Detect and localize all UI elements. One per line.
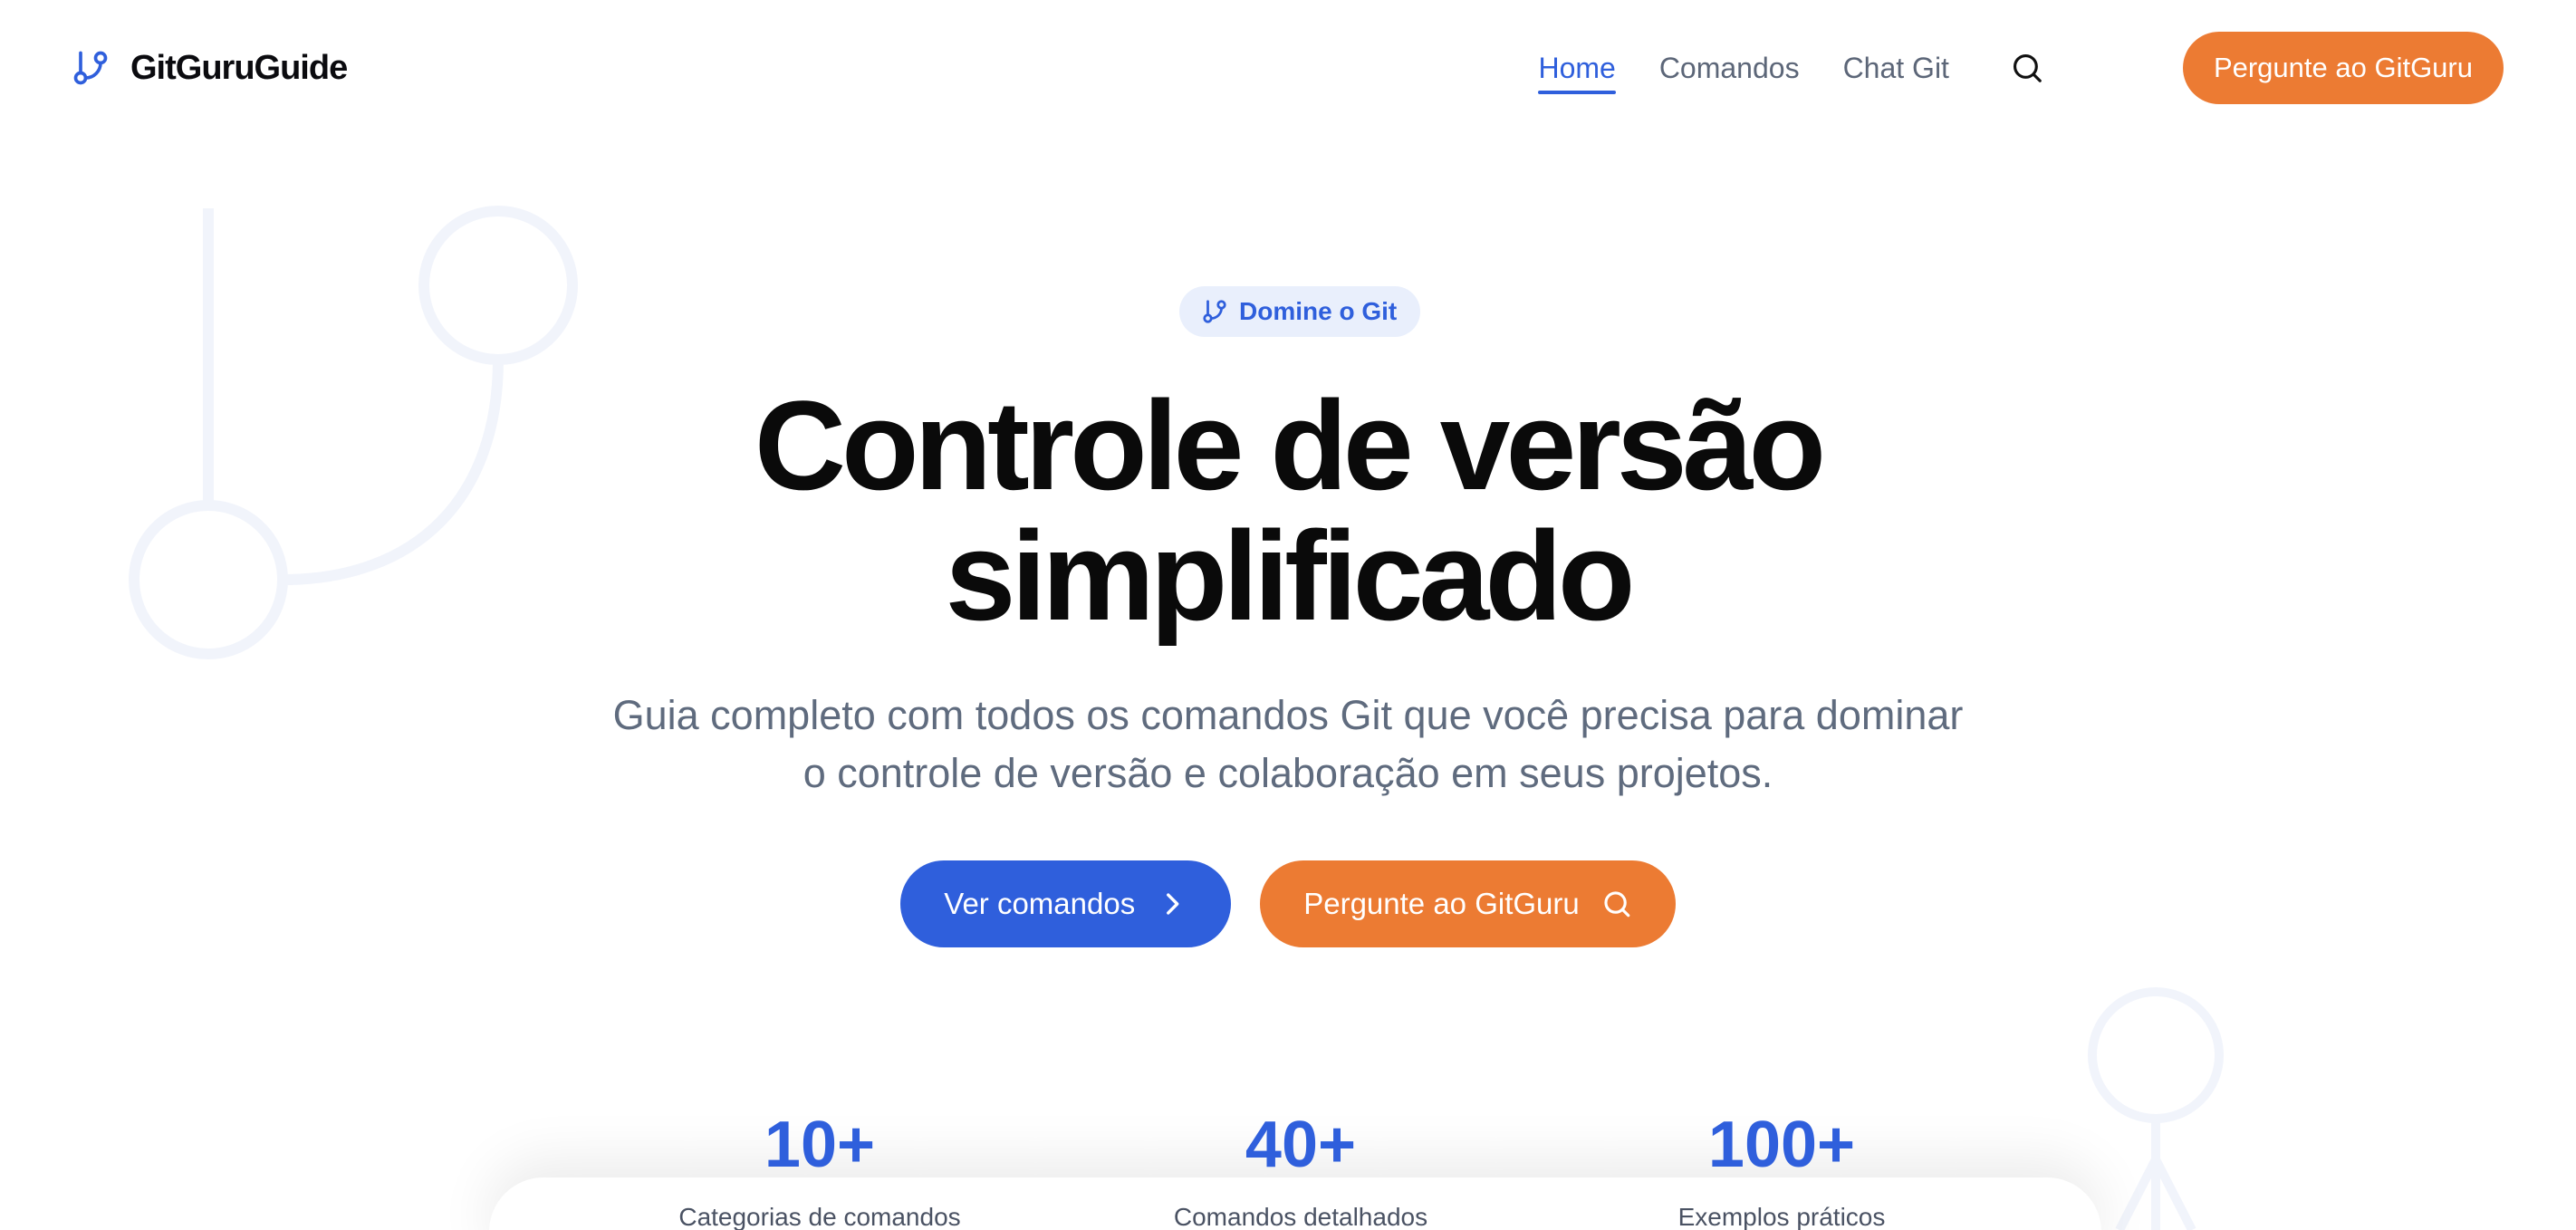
view-commands-button[interactable]: Ver comandos [900, 860, 1232, 947]
git-branch-icon [1203, 300, 1226, 323]
hero-actions: Ver comandos Pergunte ao GitGuru [0, 860, 2576, 947]
hero-badge: Domine o Git [1179, 286, 1421, 337]
git-branch-icon [73, 51, 108, 85]
nav-home[interactable]: Home [1538, 43, 1617, 94]
search-button[interactable] [2007, 48, 2047, 88]
hero-title-line-2: simplificado [945, 504, 1636, 647]
stat-label: Categorias de comandos [678, 1203, 961, 1230]
stat-label: Exemplos práticos [1677, 1203, 1886, 1230]
page: GitGuruGuide Home Comandos Chat Git Perg… [0, 0, 2576, 1230]
hero-subtitle: Guia completo com todos os comandos Git … [563, 687, 2013, 802]
hero-subtitle-line-2: o controle de versão e colaboração em se… [803, 750, 1773, 796]
brand-logo[interactable]: GitGuruGuide [71, 47, 348, 89]
search-icon [1604, 891, 1630, 918]
stat-label: Comandos detalhados [1173, 1203, 1428, 1230]
stat-examples: 100+ Exemplos práticos [1555, 1107, 2008, 1230]
badge-label: Domine o Git [1239, 297, 1398, 325]
stats-section: 10+ Categorias de comandos 40+ Comandos … [0, 1107, 2576, 1230]
search-icon [2013, 53, 2042, 82]
main-nav: Home Comandos Chat Git Pergunte ao GitGu… [1538, 32, 2504, 104]
nav-chat-git[interactable]: Chat Git [1843, 43, 1949, 94]
ask-gitguru-header-button[interactable]: Pergunte ao GitGuru [2182, 32, 2504, 104]
hero-title-line-1: Controle de versão [754, 374, 1826, 516]
stat-value: 40+ [1245, 1109, 1357, 1181]
chevron-right-icon [1167, 893, 1179, 915]
stat-value: 100+ [1707, 1109, 1856, 1181]
hero-subtitle-line-1: Guia completo com todos os comandos Git … [612, 692, 1964, 738]
brand-name: GitGuruGuide [130, 48, 348, 87]
view-commands-label: Ver comandos [944, 887, 1136, 920]
hero-title: Controle de versão simplificado [0, 380, 2576, 641]
stat-value: 10+ [764, 1109, 876, 1181]
nav-comandos[interactable]: Comandos [1659, 43, 1800, 94]
ask-gitguru-hero-button[interactable]: Pergunte ao GitGuru [1260, 860, 1676, 947]
stat-commands: 40+ Comandos detalhados [1074, 1107, 1527, 1230]
ask-gitguru-label: Pergunte ao GitGuru [1303, 887, 1580, 920]
top-navbar: GitGuruGuide Home Comandos Chat Git Perg… [0, 0, 2576, 136]
stat-categories: 10+ Categorias de comandos [593, 1107, 1046, 1230]
